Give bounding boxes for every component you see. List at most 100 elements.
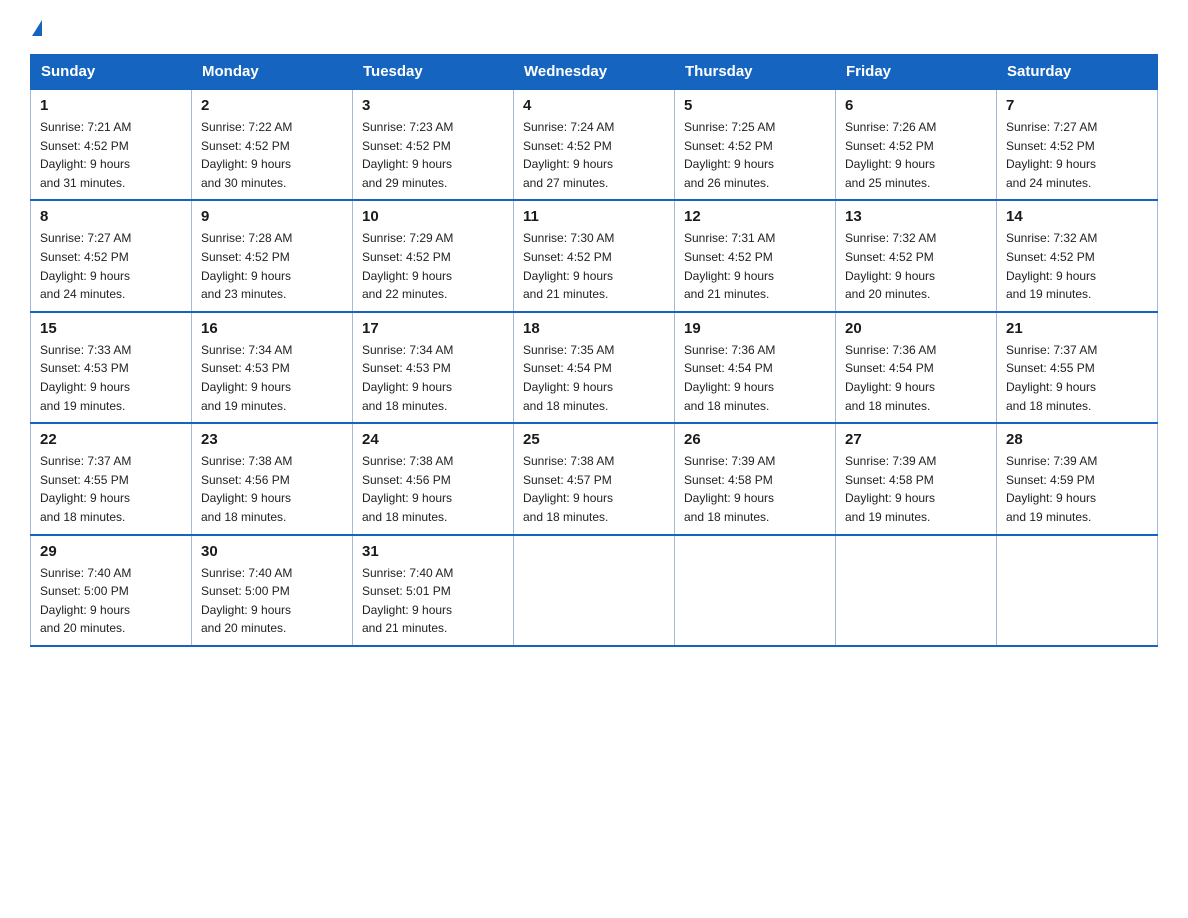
day-number-19: 19	[684, 320, 826, 337]
day-number-3: 3	[362, 97, 504, 114]
day-info-9: Sunrise: 7:28 AMSunset: 4:52 PMDaylight:…	[201, 229, 343, 303]
day-info-11: Sunrise: 7:30 AMSunset: 4:52 PMDaylight:…	[523, 229, 665, 303]
day-number-10: 10	[362, 208, 504, 225]
empty-cell-w4-d5	[836, 535, 997, 646]
day-number-12: 12	[684, 208, 826, 225]
day-info-31: Sunrise: 7:40 AMSunset: 5:01 PMDaylight:…	[362, 564, 504, 638]
logo	[30, 20, 42, 36]
day-info-30: Sunrise: 7:40 AMSunset: 5:00 PMDaylight:…	[201, 564, 343, 638]
day-number-20: 20	[845, 320, 987, 337]
day-info-22: Sunrise: 7:37 AMSunset: 4:55 PMDaylight:…	[40, 452, 182, 526]
day-cell-5: 5 Sunrise: 7:25 AMSunset: 4:52 PMDaylight…	[675, 89, 836, 200]
day-number-27: 27	[845, 431, 987, 448]
day-info-16: Sunrise: 7:34 AMSunset: 4:53 PMDaylight:…	[201, 341, 343, 415]
day-cell-12: 12 Sunrise: 7:31 AMSunset: 4:52 PMDayligh…	[675, 200, 836, 311]
day-cell-7: 7 Sunrise: 7:27 AMSunset: 4:52 PMDaylight…	[997, 89, 1158, 200]
day-number-25: 25	[523, 431, 665, 448]
day-cell-3: 3 Sunrise: 7:23 AMSunset: 4:52 PMDaylight…	[353, 89, 514, 200]
day-number-23: 23	[201, 431, 343, 448]
day-cell-18: 18 Sunrise: 7:35 AMSunset: 4:54 PMDayligh…	[514, 312, 675, 423]
day-number-16: 16	[201, 320, 343, 337]
day-number-17: 17	[362, 320, 504, 337]
day-cell-21: 21Sunrise: 7:37 AMSunset: 4:55 PMDayligh…	[997, 312, 1158, 423]
day-info-18: Sunrise: 7:35 AMSunset: 4:54 PMDaylight:…	[523, 341, 665, 415]
calendar-table: SundayMondayTuesdayWednesdayThursdayFrid…	[30, 54, 1158, 647]
day-info-7: Sunrise: 7:27 AMSunset: 4:52 PMDaylight:…	[1006, 118, 1148, 192]
day-cell-24: 24 Sunrise: 7:38 AMSunset: 4:56 PMDayligh…	[353, 423, 514, 534]
day-info-20: Sunrise: 7:36 AMSunset: 4:54 PMDaylight:…	[845, 341, 987, 415]
day-cell-19: 19Sunrise: 7:36 AMSunset: 4:54 PMDayligh…	[675, 312, 836, 423]
day-info-10: Sunrise: 7:29 AMSunset: 4:52 PMDaylight:…	[362, 229, 504, 303]
day-info-4: Sunrise: 7:24 AMSunset: 4:52 PMDaylight:…	[523, 118, 665, 192]
day-info-5: Sunrise: 7:25 AMSunset: 4:52 PMDaylight:…	[684, 118, 826, 192]
empty-cell-w4-d4	[675, 535, 836, 646]
day-cell-31: 31 Sunrise: 7:40 AMSunset: 5:01 PMDayligh…	[353, 535, 514, 646]
day-cell-6: 6 Sunrise: 7:26 AMSunset: 4:52 PMDaylight…	[836, 89, 997, 200]
day-info-25: Sunrise: 7:38 AMSunset: 4:57 PMDaylight:…	[523, 452, 665, 526]
day-info-17: Sunrise: 7:34 AMSunset: 4:53 PMDaylight:…	[362, 341, 504, 415]
day-cell-11: 11 Sunrise: 7:30 AMSunset: 4:52 PMDayligh…	[514, 200, 675, 311]
header-friday: Friday	[836, 55, 997, 90]
day-cell-20: 20 Sunrise: 7:36 AMSunset: 4:54 PMDayligh…	[836, 312, 997, 423]
day-number-4: 4	[523, 97, 665, 114]
day-cell-27: 27 Sunrise: 7:39 AMSunset: 4:58 PMDayligh…	[836, 423, 997, 534]
day-number-11: 11	[523, 208, 665, 225]
day-cell-13: 13Sunrise: 7:32 AMSunset: 4:52 PMDayligh…	[836, 200, 997, 311]
day-cell-14: 14 Sunrise: 7:32 AMSunset: 4:52 PMDayligh…	[997, 200, 1158, 311]
day-cell-10: 10 Sunrise: 7:29 AMSunset: 4:52 PMDayligh…	[353, 200, 514, 311]
day-number-14: 14	[1006, 208, 1148, 225]
day-number-8: 8	[40, 208, 182, 225]
day-info-2: Sunrise: 7:22 AMSunset: 4:52 PMDaylight:…	[201, 118, 343, 192]
day-number-24: 24	[362, 431, 504, 448]
day-info-8: Sunrise: 7:27 AMSunset: 4:52 PMDaylight:…	[40, 229, 182, 303]
day-number-18: 18	[523, 320, 665, 337]
day-number-5: 5	[684, 97, 826, 114]
day-info-28: Sunrise: 7:39 AMSunset: 4:59 PMDaylight:…	[1006, 452, 1148, 526]
header-saturday: Saturday	[997, 55, 1158, 90]
day-number-29: 29	[40, 543, 182, 560]
week-row-3: 15 Sunrise: 7:33 AMSunset: 4:53 PMDayligh…	[31, 312, 1158, 423]
day-number-2: 2	[201, 97, 343, 114]
day-number-15: 15	[40, 320, 182, 337]
day-info-3: Sunrise: 7:23 AMSunset: 4:52 PMDaylight:…	[362, 118, 504, 192]
day-info-26: Sunrise: 7:39 AMSunset: 4:58 PMDaylight:…	[684, 452, 826, 526]
header-monday: Monday	[192, 55, 353, 90]
day-number-30: 30	[201, 543, 343, 560]
day-info-15: Sunrise: 7:33 AMSunset: 4:53 PMDaylight:…	[40, 341, 182, 415]
day-cell-29: 29 Sunrise: 7:40 AMSunset: 5:00 PMDayligh…	[31, 535, 192, 646]
day-cell-22: 22 Sunrise: 7:37 AMSunset: 4:55 PMDayligh…	[31, 423, 192, 534]
day-cell-4: 4 Sunrise: 7:24 AMSunset: 4:52 PMDaylight…	[514, 89, 675, 200]
day-cell-2: 2 Sunrise: 7:22 AMSunset: 4:52 PMDaylight…	[192, 89, 353, 200]
day-cell-9: 9Sunrise: 7:28 AMSunset: 4:52 PMDaylight…	[192, 200, 353, 311]
day-cell-17: 17 Sunrise: 7:34 AMSunset: 4:53 PMDayligh…	[353, 312, 514, 423]
day-cell-28: 28Sunrise: 7:39 AMSunset: 4:59 PMDayligh…	[997, 423, 1158, 534]
day-info-12: Sunrise: 7:31 AMSunset: 4:52 PMDaylight:…	[684, 229, 826, 303]
day-number-21: 21	[1006, 320, 1148, 337]
empty-cell-w4-d3	[514, 535, 675, 646]
header-thursday: Thursday	[675, 55, 836, 90]
week-row-4: 22 Sunrise: 7:37 AMSunset: 4:55 PMDayligh…	[31, 423, 1158, 534]
day-number-31: 31	[362, 543, 504, 560]
day-info-1: Sunrise: 7:21 AMSunset: 4:52 PMDaylight:…	[40, 118, 182, 192]
page-header	[30, 20, 1158, 36]
logo-triangle-icon	[32, 20, 42, 36]
day-cell-15: 15 Sunrise: 7:33 AMSunset: 4:53 PMDayligh…	[31, 312, 192, 423]
day-cell-16: 16 Sunrise: 7:34 AMSunset: 4:53 PMDayligh…	[192, 312, 353, 423]
day-number-13: 13	[845, 208, 987, 225]
week-row-1: 1Sunrise: 7:21 AMSunset: 4:52 PMDaylight…	[31, 89, 1158, 200]
day-cell-30: 30 Sunrise: 7:40 AMSunset: 5:00 PMDayligh…	[192, 535, 353, 646]
week-row-5: 29 Sunrise: 7:40 AMSunset: 5:00 PMDayligh…	[31, 535, 1158, 646]
day-number-22: 22	[40, 431, 182, 448]
day-info-6: Sunrise: 7:26 AMSunset: 4:52 PMDaylight:…	[845, 118, 987, 192]
day-info-29: Sunrise: 7:40 AMSunset: 5:00 PMDaylight:…	[40, 564, 182, 638]
day-number-26: 26	[684, 431, 826, 448]
header-wednesday: Wednesday	[514, 55, 675, 90]
day-number-7: 7	[1006, 97, 1148, 114]
day-info-14: Sunrise: 7:32 AMSunset: 4:52 PMDaylight:…	[1006, 229, 1148, 303]
day-number-6: 6	[845, 97, 987, 114]
day-cell-8: 8 Sunrise: 7:27 AMSunset: 4:52 PMDaylight…	[31, 200, 192, 311]
day-info-27: Sunrise: 7:39 AMSunset: 4:58 PMDaylight:…	[845, 452, 987, 526]
empty-cell-w4-d6	[997, 535, 1158, 646]
week-row-2: 8 Sunrise: 7:27 AMSunset: 4:52 PMDaylight…	[31, 200, 1158, 311]
day-info-24: Sunrise: 7:38 AMSunset: 4:56 PMDaylight:…	[362, 452, 504, 526]
